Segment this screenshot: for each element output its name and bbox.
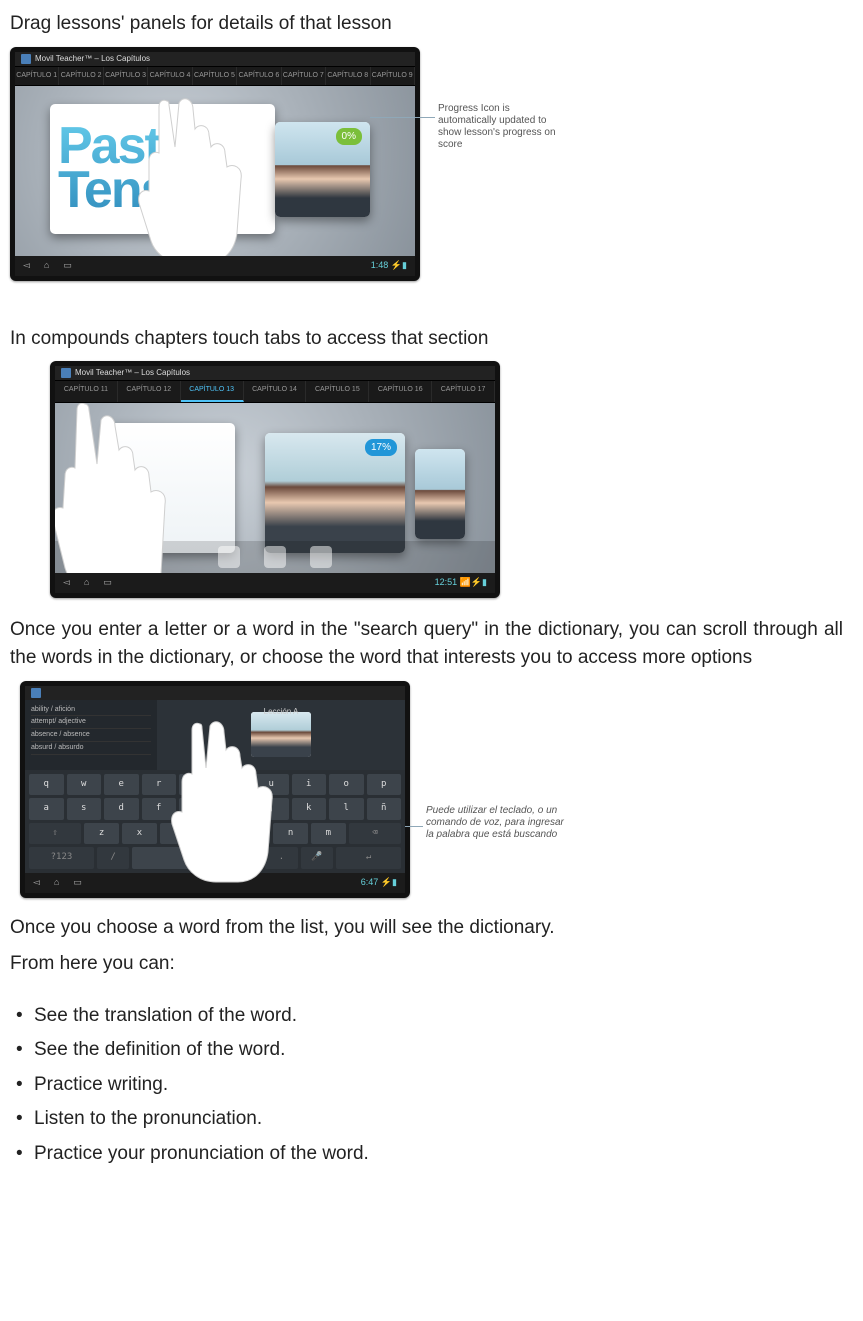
- keyboard-key[interactable]: ⇧: [29, 823, 81, 845]
- tablet-statusbar: Movil Teacher™ – Los Capítulos: [15, 52, 415, 66]
- chapter-tab[interactable]: CAPÍTULO 3: [104, 67, 148, 86]
- callout-keyboard-voice: Puede utilizar el teclado, o un comando …: [426, 805, 566, 841]
- dictionary-option-item: Practice writing.: [10, 1068, 843, 1103]
- keyboard-key[interactable]: ñ: [367, 798, 402, 820]
- back-icon[interactable]: ◅: [63, 576, 70, 590]
- home-icon[interactable]: ⌂: [54, 876, 59, 890]
- chapter-tabs: CAPÍTULO 11CAPÍTULO 12CAPÍTULO 13CAPÍTUL…: [55, 380, 495, 403]
- keyboard-key[interactable]: ↵: [336, 847, 401, 869]
- progress-badge: 0%: [336, 128, 362, 145]
- instruction-drag-panels: Drag lessons' panels for details of that…: [10, 10, 843, 39]
- gesture-hand-icon: [55, 403, 175, 573]
- chapter-tab[interactable]: CAPÍTULO 12: [118, 381, 181, 402]
- tablet-nav-bar: ◅ ⌂ ▭ 12:51 📶⚡▮: [55, 573, 495, 593]
- lesson-card-2[interactable]: 17%: [265, 433, 405, 553]
- screenshot-chapter-tabs: Movil Teacher™ – Los Capítulos CAPÍTULO …: [10, 361, 843, 598]
- word-list-item[interactable]: attempt/ adjective: [31, 716, 151, 729]
- clock: 12:51 📶⚡▮: [435, 576, 487, 590]
- chapter-tabs: CAPÍTULO 1CAPÍTULO 2CAPÍTULO 3CAPÍTULO 4…: [15, 66, 415, 87]
- app-logo-icon: [21, 54, 31, 64]
- dictionary-option-item: See the translation of the word.: [10, 999, 843, 1034]
- keyboard-key[interactable]: s: [67, 798, 102, 820]
- dictionary-option-item: Listen to the pronunciation.: [10, 1102, 843, 1137]
- callout-line: [370, 117, 435, 118]
- keyboard-key[interactable]: m: [311, 823, 346, 845]
- chapter-tab[interactable]: CAPÍTULO 5: [193, 67, 237, 86]
- instruction-choose-word: Once you choose a word from the list, yo…: [10, 914, 843, 943]
- keyboard-key[interactable]: o: [329, 774, 364, 796]
- screenshot-dictionary-search: ability / aficiónattempt/ adjectiveabsen…: [10, 681, 843, 896]
- chapter-tab[interactable]: CAPÍTULO 13: [181, 381, 244, 402]
- keyboard-key[interactable]: ⌫: [349, 823, 401, 845]
- chapter-tab[interactable]: CAPÍTULO 16: [369, 381, 432, 402]
- home-icon[interactable]: ⌂: [84, 576, 89, 590]
- keyboard-key[interactable]: k: [292, 798, 327, 820]
- home-icon[interactable]: ⌂: [44, 259, 49, 273]
- back-icon[interactable]: ◅: [23, 259, 30, 273]
- chapter-tab[interactable]: CAPÍTULO 6: [237, 67, 281, 86]
- dictionary-option-item: Practice your pronunciation of the word.: [10, 1137, 843, 1172]
- dictionary-options-list: See the translation of the word.See the …: [10, 999, 843, 1172]
- keyboard-key[interactable]: ?123: [29, 847, 94, 869]
- keyboard-key[interactable]: d: [104, 798, 139, 820]
- lesson-card-next[interactable]: 0%: [275, 122, 370, 217]
- toolbar-button[interactable]: [218, 546, 240, 568]
- keyboard-key[interactable]: a: [29, 798, 64, 820]
- dictionary-option-item: See the definition of the word.: [10, 1033, 843, 1068]
- gesture-hand-icon: [135, 91, 255, 256]
- keyboard-mic-key[interactable]: 🎤: [301, 847, 333, 869]
- progress-badge: 17%: [365, 439, 397, 456]
- instruction-search-dictionary: Once you enter a letter or a word in the…: [10, 616, 843, 673]
- keyboard-key[interactable]: x: [122, 823, 157, 845]
- clock: 6:47 ⚡▮: [361, 876, 397, 890]
- instruction-touch-tabs: In compounds chapters touch tabs to acce…: [10, 325, 843, 354]
- chapter-tab[interactable]: CAPÍTULO 2: [59, 67, 103, 86]
- tablet-statusbar: Movil Teacher™ – Los Capítulos: [55, 366, 495, 380]
- chapter-tab[interactable]: CAPÍTULO 8: [326, 67, 370, 86]
- screenshot-drag-lesson: Movil Teacher™ – Los Capítulos CAPÍTULO …: [10, 47, 843, 307]
- chapter-tab[interactable]: CAPÍTULO 11: [55, 381, 118, 402]
- status-title: Movil Teacher™ – Los Capítulos: [75, 367, 190, 379]
- instruction-from-here: From here you can:: [10, 950, 843, 979]
- keyboard-key[interactable]: w: [67, 774, 102, 796]
- recent-icon[interactable]: ▭: [103, 576, 112, 590]
- keyboard-key[interactable]: p: [367, 774, 402, 796]
- word-list[interactable]: ability / aficiónattempt/ adjectiveabsen…: [25, 700, 157, 770]
- lesson-carousel: Past Tense 0%: [15, 86, 415, 256]
- keyboard-key[interactable]: q: [29, 774, 64, 796]
- lesson-thumbnail-icon: [415, 449, 465, 539]
- chapter-tab[interactable]: CAPÍTULO 17: [432, 381, 495, 402]
- lesson-card-3[interactable]: [415, 449, 465, 539]
- back-icon[interactable]: ◅: [33, 876, 40, 890]
- gesture-hand-icon: [170, 716, 280, 886]
- chapter-tab[interactable]: CAPÍTULO 15: [306, 381, 369, 402]
- keyboard-key[interactable]: z: [84, 823, 119, 845]
- word-list-item[interactable]: absurd / absurdo: [31, 742, 151, 755]
- keyboard-key[interactable]: e: [104, 774, 139, 796]
- word-list-item[interactable]: ability / afición: [31, 704, 151, 717]
- recent-icon[interactable]: ▭: [73, 876, 82, 890]
- chapter-tab[interactable]: CAPÍTULO 14: [244, 381, 307, 402]
- clock: 1:48 ⚡▮: [371, 259, 407, 273]
- app-logo-icon: [61, 368, 71, 378]
- word-list-item[interactable]: absence / absence: [31, 729, 151, 742]
- status-title: Movil Teacher™ – Los Capítulos: [35, 53, 150, 65]
- chapter-tab[interactable]: CAPÍTULO 9: [371, 67, 415, 86]
- callout-line: [405, 826, 423, 827]
- chapter-tab[interactable]: CAPÍTULO 7: [282, 67, 326, 86]
- toolbar-button[interactable]: [310, 546, 332, 568]
- app-logo-icon: [31, 688, 41, 698]
- chapter-tab[interactable]: CAPÍTULO 1: [15, 67, 59, 86]
- keyboard-key[interactable]: l: [329, 798, 364, 820]
- toolbar-button[interactable]: [264, 546, 286, 568]
- recent-icon[interactable]: ▭: [63, 259, 72, 273]
- tablet-nav-bar: ◅ ⌂ ▭ 1:48 ⚡▮: [15, 256, 415, 276]
- chapter-tab[interactable]: CAPÍTULO 4: [148, 67, 192, 86]
- callout-progress-icon: Progress Icon is automatically updated t…: [438, 103, 558, 151]
- keyboard-key[interactable]: /: [97, 847, 129, 869]
- tablet-statusbar: [25, 686, 405, 700]
- lesson-carousel: 17%: [55, 403, 495, 573]
- keyboard-key[interactable]: i: [292, 774, 327, 796]
